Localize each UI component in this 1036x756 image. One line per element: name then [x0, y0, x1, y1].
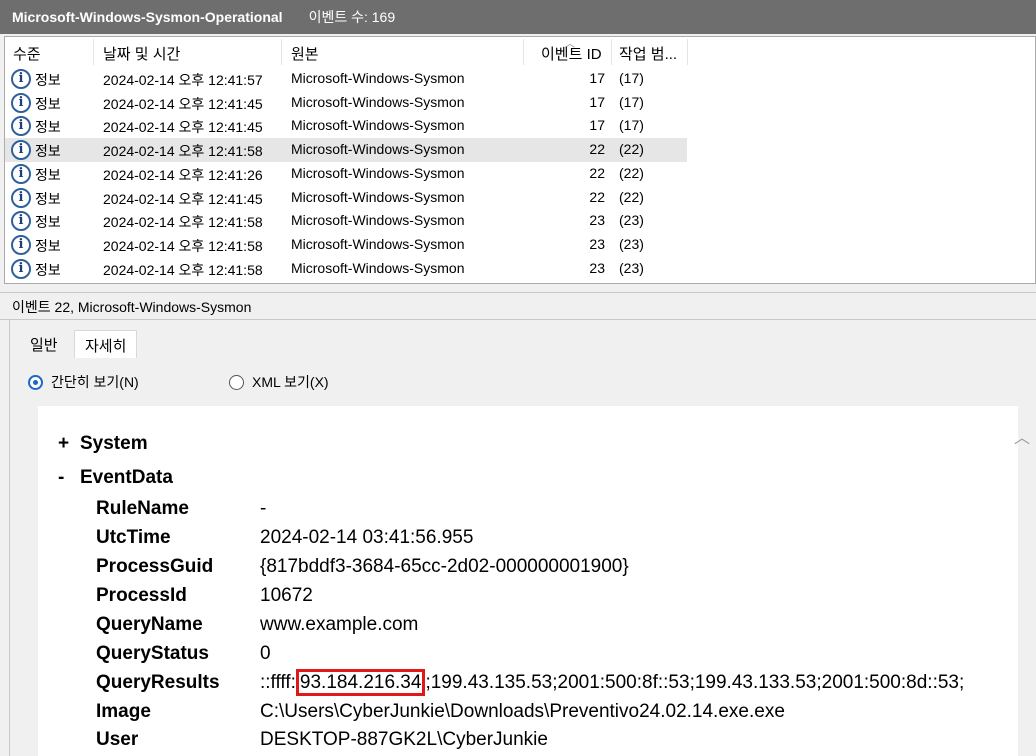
event-details-title: 이벤트 22, Microsoft-Windows-Sysmon [0, 292, 1036, 320]
column-header-level[interactable]: 수준 [13, 43, 41, 64]
column-header-datetime[interactable]: 날짜 및 시간 [103, 43, 180, 64]
table-row-selected[interactable]: i 정보 2024-02-14 오후 12:41:58 Microsoft-Wi… [5, 138, 1035, 162]
system-node[interactable]: + System [58, 433, 148, 455]
table-row[interactable]: i 정보 2024-02-14 오후 12:41:57 Microsoft-Wi… [5, 67, 1035, 91]
table-row[interactable]: i 정보 2024-02-14 오후 12:41:26 Microsoft-Wi… [5, 162, 1035, 186]
table-row[interactable]: i 정보 2024-02-14 오후 12:41:58 Microsoft-Wi… [5, 209, 1035, 233]
details-left-border [0, 320, 10, 756]
friendly-view-label: 간단히 보기(N) [51, 374, 139, 390]
info-icon: i [11, 92, 31, 113]
table-row[interactable]: i 정보 2024-02-14 오후 12:41:58 Microsoft-Wi… [5, 233, 1035, 257]
highlighted-ip: 93.184.216.34 [295, 669, 426, 696]
events-list[interactable]: 수준 날짜 및 시간 원본 ︿ 이벤트 ID 작업 범... i 정보 2024… [4, 36, 1036, 284]
scroll-up-icon[interactable]: ︿ [1014, 424, 1030, 448]
info-icon: i [11, 140, 31, 161]
eventdata-node[interactable]: - EventData [58, 467, 173, 489]
info-icon: i [11, 69, 31, 89]
eventdata-label: EventData [80, 467, 173, 488]
friendly-view-radio[interactable]: 간단히 보기(N) [28, 372, 139, 392]
info-icon: i [11, 116, 31, 137]
tab-general[interactable]: 일반 [20, 330, 68, 358]
info-icon: i [11, 258, 31, 279]
log-title-bar: Microsoft-Windows-Sysmon-Operational 이벤트… [0, 0, 1036, 34]
info-icon: i [11, 234, 31, 255]
column-header-task[interactable]: 작업 범... [619, 43, 677, 64]
xml-view-radio[interactable]: XML 보기(X) [229, 372, 329, 392]
events-header: 수준 날짜 및 시간 원본 ︿ 이벤트 ID 작업 범... [5, 37, 1035, 67]
log-name: Microsoft-Windows-Sysmon-Operational [12, 9, 283, 25]
tab-details[interactable]: 자세히 [74, 330, 138, 358]
table-row[interactable]: i 정보 2024-02-14 오후 12:41:45 Microsoft-Wi… [5, 91, 1035, 115]
expand-icon[interactable]: + [58, 433, 80, 455]
system-label: System [80, 433, 148, 454]
table-row[interactable]: i 정보 2024-02-14 오후 12:41:58 Microsoft-Wi… [5, 257, 1035, 281]
info-icon: i [11, 187, 31, 208]
column-header-source[interactable]: 원본 [291, 43, 319, 64]
table-row[interactable]: i 정보 2024-02-14 오후 12:41:45 Microsoft-Wi… [5, 114, 1035, 138]
info-icon: i [11, 163, 31, 184]
info-icon: i [11, 211, 31, 232]
radio-selected-icon [28, 374, 43, 390]
collapse-icon[interactable]: - [58, 467, 80, 489]
table-row[interactable]: i 정보 2024-02-14 오후 12:41:45 Microsoft-Wi… [5, 186, 1035, 210]
xml-view-label: XML 보기(X) [252, 374, 329, 390]
event-count: 이벤트 수: 169 [308, 9, 396, 25]
radio-unselected-icon [229, 374, 244, 390]
column-header-event-id[interactable]: 이벤트 ID [541, 43, 602, 64]
